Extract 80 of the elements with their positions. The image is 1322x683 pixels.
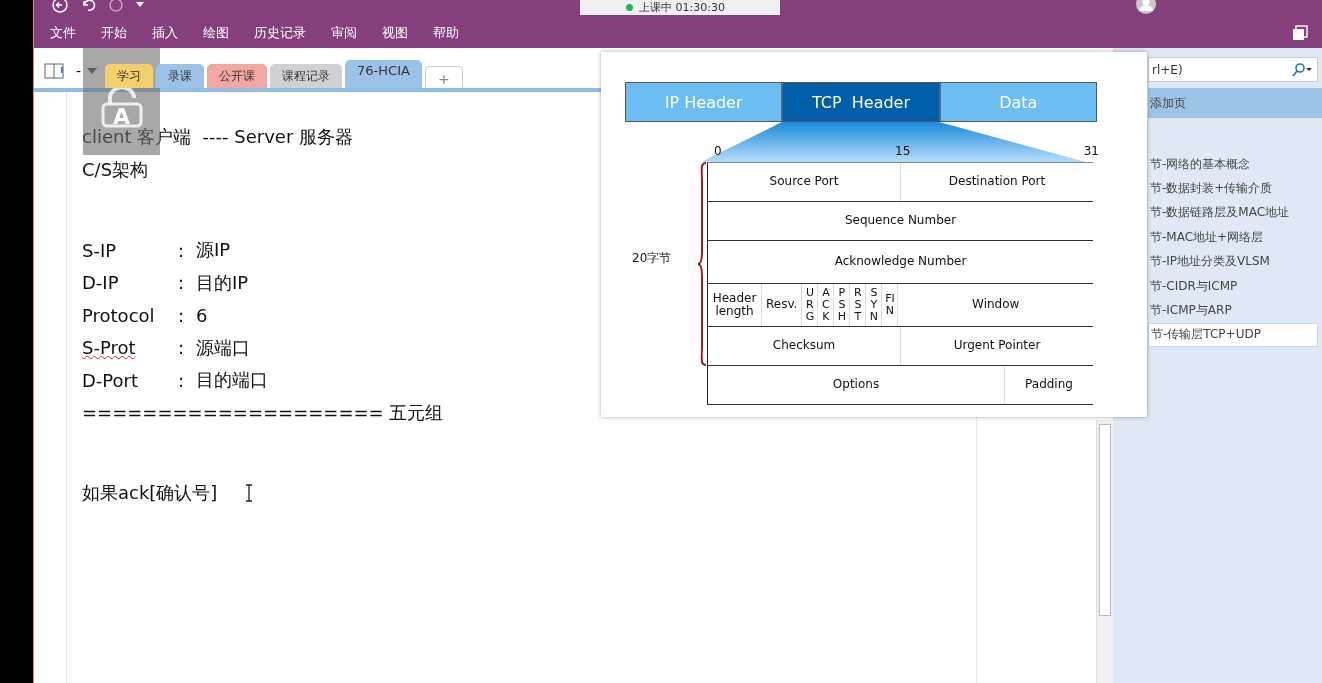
scrollbar[interactable] <box>1096 420 1113 683</box>
field-value: 源IP <box>196 238 231 263</box>
section-tab[interactable]: 公开课 <box>207 64 268 88</box>
packet-segment: Data <box>940 83 1096 121</box>
separator-text: : <box>178 304 186 326</box>
dropdown-icon[interactable] <box>136 2 144 7</box>
field-value: 目的IP <box>196 270 249 295</box>
field-cell-text: Destination Port <box>947 173 1047 191</box>
field-cell-text: Padding <box>1024 376 1074 394</box>
search-icon[interactable] <box>1291 62 1313 77</box>
dropdown-icon[interactable] <box>87 68 98 74</box>
field-cell-text: Sequence Number <box>843 212 958 230</box>
field-label: S-Prot <box>82 337 137 359</box>
menu-item[interactable]: 视图 <box>382 23 408 42</box>
field-value: 6 <box>196 304 208 326</box>
page-item[interactable]: 节-IP地址分类及VLSM <box>1148 249 1322 274</box>
menu-item[interactable]: 审阅 <box>331 23 357 42</box>
section-tab[interactable]: 76-HCIA <box>345 60 422 88</box>
timer-text: 上课中 01:30:30 <box>639 0 725 15</box>
notebook-icon[interactable] <box>44 63 64 79</box>
section-tab[interactable]: 学习 <box>105 64 154 88</box>
menu-item[interactable]: 帮助 <box>433 23 459 42</box>
bit-label: 15 <box>895 144 911 160</box>
field-label: S-IP <box>82 239 118 261</box>
scroll-thumb[interactable] <box>1099 424 1111 616</box>
restore-window-icon[interactable] <box>1292 24 1308 41</box>
notebook-name[interactable]: - <box>76 63 82 79</box>
field-cell: Checksum <box>708 327 901 365</box>
field-label: D-Port <box>82 369 140 391</box>
back-icon[interactable] <box>52 0 68 13</box>
field-cell: Resv. <box>762 284 803 326</box>
menu-item[interactable]: 历史记录 <box>254 23 306 42</box>
section-tab[interactable]: 课程记录 <box>270 64 343 88</box>
field-label: D-IP <box>82 272 120 294</box>
page-item[interactable]: 节-ICMP与ARP <box>1148 298 1322 323</box>
packet-segment: IP Header <box>626 83 784 121</box>
page-item[interactable]: 节-数据链路层及MAC地址 <box>1148 200 1322 226</box>
page-item[interactable]: 节-网络的基本概念 <box>1148 152 1322 177</box>
menu-item[interactable]: 文件 <box>50 23 76 42</box>
page-item[interactable]: 节-传输层TCP+UDP <box>1148 322 1318 348</box>
separator-text: : <box>178 272 186 294</box>
note-text: C/S架构 <box>82 157 149 182</box>
undo-icon[interactable] <box>80 0 96 13</box>
bit-label: 0 <box>714 144 722 160</box>
field-cell: Source Port <box>708 163 901 201</box>
packet-segment: TCP Header <box>783 83 941 121</box>
field-cell-text: Urgent Pointer <box>952 337 1042 355</box>
field-cell: Options <box>708 366 1005 404</box>
field-cell-text: Acknowledge Number <box>833 253 968 271</box>
field-cell: SYN <box>866 284 883 326</box>
note-text: ==================== 五元组 <box>82 400 444 425</box>
field-cell: URG <box>802 284 819 326</box>
separator-text: : <box>178 369 186 391</box>
field-cell: ACK <box>818 284 835 326</box>
add-page-button[interactable]: 添加页 <box>1148 88 1322 118</box>
field-cell: RST <box>850 284 867 326</box>
section-tab[interactable]: 录课 <box>156 64 205 88</box>
separator-text: : <box>178 337 186 359</box>
avatar-icon[interactable] <box>1136 0 1156 14</box>
page-item[interactable]: 节-CIDR与ICMP <box>1148 273 1322 299</box>
add-section-tab[interactable]: + <box>424 66 463 88</box>
field-cell: PSH <box>834 284 851 326</box>
field-label: Protocol <box>82 304 156 326</box>
menu-item[interactable]: 插入 <box>152 23 178 42</box>
separator-text: : <box>178 239 186 261</box>
search-field[interactable]: rl+E) <box>1148 57 1318 82</box>
field-cell: FIN <box>882 284 899 326</box>
brace-icon <box>697 162 707 366</box>
page-item[interactable]: 节-数据封装+传输介质 <box>1148 176 1322 201</box>
field-cell: Header length <box>708 284 762 326</box>
field-value: 源端口 <box>196 335 250 360</box>
note-text: 如果ack[确认号] <box>82 481 218 506</box>
status-dot-icon <box>626 4 633 11</box>
bit-label: 31 <box>1083 144 1099 160</box>
brace-label: 20字节 <box>632 250 673 267</box>
field-value: 目的端口 <box>196 368 268 393</box>
menu-item[interactable]: 绘图 <box>203 23 229 42</box>
menu-item[interactable]: 开始 <box>101 23 127 42</box>
page-item[interactable]: 节-MAC地址+网络层 <box>1148 225 1322 250</box>
field-cell-text: Window <box>971 296 1021 314</box>
